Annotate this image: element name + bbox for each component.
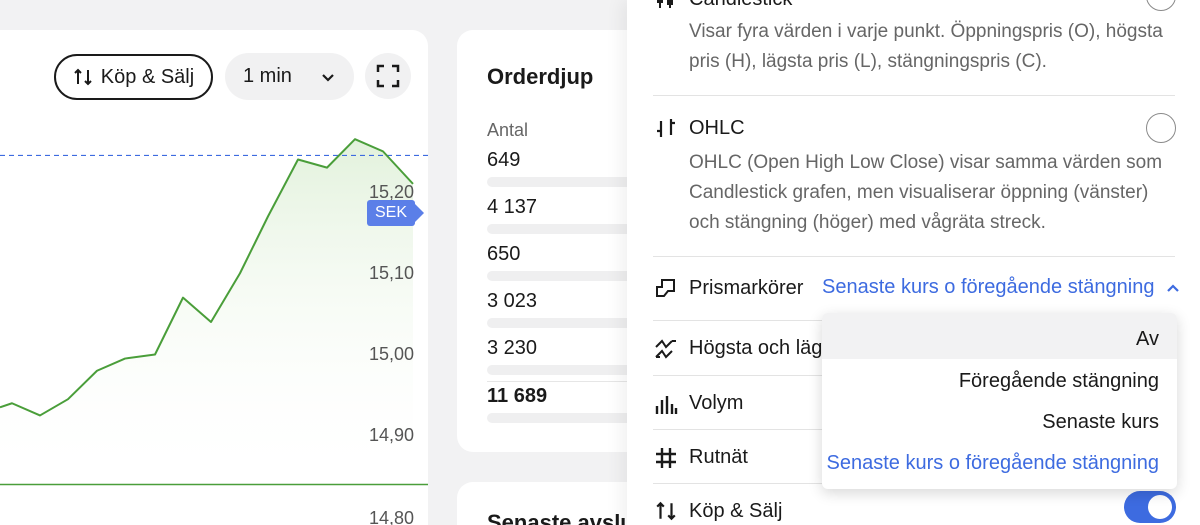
- ohlc-description: OHLC (Open High Low Close) visar samma v…: [689, 152, 1163, 233]
- interval-select[interactable]: 1 min: [225, 53, 354, 100]
- buy-sell-setting-label: Köp & Sälj: [689, 500, 783, 522]
- last-trades-title: Senaste avslut: [487, 510, 642, 525]
- grid-hash-icon: [653, 445, 679, 471]
- price-markers-label: Prismarkörer: [689, 277, 804, 299]
- depth-row-quantity: 3 230: [487, 337, 538, 359]
- depth-bar: [487, 271, 647, 281]
- candlestick-description: Visar fyra värden i varje punkt. Öppning…: [689, 21, 1163, 72]
- buy-sell-label: Köp & Sälj: [100, 65, 195, 88]
- depth-row-quantity: 3 023: [487, 290, 538, 312]
- price-chart: [0, 138, 428, 486]
- interval-label: 1 min: [243, 65, 292, 87]
- price-markers-value: Senaste kurs o föregående stängning: [822, 276, 1155, 298]
- divider: [653, 256, 1175, 257]
- swap-arrows-icon: [653, 498, 679, 524]
- ohlc-icon: [653, 115, 679, 141]
- price-area-fill: [0, 139, 413, 485]
- currency-price-tag: SEK: [367, 200, 424, 226]
- depth-row-quantity: 4 137: [487, 196, 538, 218]
- divider: [653, 95, 1175, 96]
- buy-sell-button[interactable]: Köp & Sälj: [54, 54, 213, 100]
- y-tick-label: 14,90: [369, 425, 415, 445]
- order-depth-title: Orderdjup: [487, 64, 594, 89]
- depth-bar: [487, 318, 647, 328]
- candlestick-radio[interactable]: [1146, 0, 1176, 11]
- depth-bar: [487, 365, 647, 375]
- depth-bar: [487, 413, 647, 423]
- price-markers-dropdown: Av Föregående stängning Senaste kurs Sen…: [822, 313, 1177, 489]
- depth-row-quantity: 649: [487, 149, 521, 171]
- dropdown-option-previous-close[interactable]: Föregående stängning: [959, 370, 1159, 393]
- fullscreen-icon: [376, 64, 400, 88]
- swap-arrows-icon: [74, 68, 92, 86]
- depth-total-quantity: 11 689: [487, 385, 548, 407]
- y-tick-label: 15,00: [369, 344, 415, 364]
- dropdown-option-off[interactable]: Av: [1136, 328, 1159, 351]
- buy-sell-toggle[interactable]: [1124, 491, 1176, 523]
- candlestick-title: Candlestick: [689, 0, 792, 11]
- chart-card: Köp & Sälj 1 min 15,20 15,10 15,00 14,90…: [0, 30, 428, 525]
- dropdown-option-last-and-previous[interactable]: Senaste kurs o föregående stängning: [827, 452, 1159, 475]
- fullscreen-button[interactable]: [365, 53, 411, 99]
- depth-bar: [487, 224, 647, 234]
- quantity-column-header: Antal: [487, 120, 529, 140]
- dropdown-option-last-price[interactable]: Senaste kurs: [1042, 411, 1159, 434]
- chevron-down-icon: [322, 73, 334, 82]
- volume-label: Volym: [689, 392, 744, 414]
- candlestick-icon: [653, 0, 679, 12]
- high-low-icon: [653, 336, 679, 362]
- depth-bar: [487, 177, 647, 187]
- ohlc-radio[interactable]: [1146, 113, 1176, 143]
- price-marker-icon: [653, 276, 679, 302]
- price-markers-select[interactable]: Senaste kurs o föregående stängning: [822, 276, 1180, 299]
- y-tick-label: 15,10: [369, 263, 415, 283]
- chevron-up-icon: [1167, 283, 1180, 292]
- dropdown-hover-highlight: [822, 313, 1177, 359]
- depth-row-quantity: 650: [487, 243, 521, 265]
- y-tick-label: 14,80: [369, 508, 415, 525]
- volume-bars-icon: [653, 391, 679, 417]
- ohlc-title: OHLC: [689, 117, 745, 139]
- grid-label: Rutnät: [689, 446, 748, 468]
